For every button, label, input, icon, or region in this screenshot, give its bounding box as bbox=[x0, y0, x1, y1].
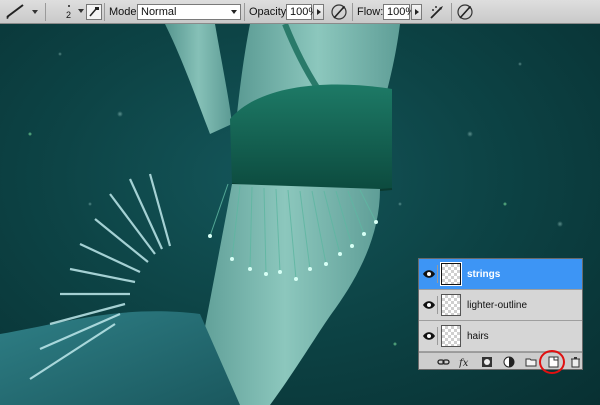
stylus-pressure-icon bbox=[457, 4, 473, 20]
mode-select[interactable]: Normal bbox=[137, 4, 241, 20]
tablet-pressure-opacity-button[interactable] bbox=[330, 3, 348, 21]
brush-tip-preview bbox=[68, 5, 70, 7]
opacity-label: Opacity: bbox=[249, 6, 290, 18]
separator bbox=[104, 3, 105, 21]
mode-label: Mode: bbox=[109, 6, 140, 18]
opacity-slider-button[interactable] bbox=[313, 4, 324, 20]
play-arrow-icon bbox=[317, 9, 321, 15]
layer-row-hairs[interactable]: hairs bbox=[419, 321, 582, 352]
fx-icon[interactable]: fx bbox=[458, 355, 471, 369]
separator bbox=[352, 3, 353, 21]
tool-preset-picker[interactable] bbox=[3, 2, 41, 21]
link-icon[interactable] bbox=[437, 355, 450, 367]
airbrush-icon bbox=[430, 6, 443, 19]
layer-thumbnail bbox=[441, 294, 461, 316]
chevron-down-icon bbox=[231, 10, 237, 14]
separator bbox=[244, 3, 245, 21]
layer-thumbnail bbox=[441, 325, 461, 347]
flow-input[interactable]: 100% bbox=[383, 4, 415, 20]
options-bar: 2 Mode: Normal Opacity: 100% Flow: 100% bbox=[0, 0, 600, 24]
stylus-pressure-icon bbox=[331, 4, 347, 20]
layer-mask-icon[interactable] bbox=[481, 355, 493, 367]
svg-text:fx: fx bbox=[459, 358, 469, 368]
flow-slider-button[interactable] bbox=[411, 4, 422, 20]
airbrush-button[interactable] bbox=[428, 3, 446, 21]
folder-icon[interactable] bbox=[525, 355, 537, 367]
mode-value: Normal bbox=[141, 6, 177, 18]
visibility-eye-icon[interactable] bbox=[421, 327, 438, 345]
layer-row-strings[interactable]: strings bbox=[419, 259, 582, 290]
separator bbox=[45, 3, 46, 21]
play-arrow-icon bbox=[415, 9, 419, 15]
opacity-input[interactable]: 100% bbox=[286, 4, 318, 20]
layer-name: lighter-outline bbox=[467, 300, 528, 311]
layer-row-lighter-outline[interactable]: lighter-outline bbox=[419, 290, 582, 321]
layer-thumbnail bbox=[440, 262, 462, 286]
brush-panel-toggle[interactable] bbox=[86, 4, 102, 20]
visibility-eye-icon[interactable] bbox=[421, 296, 438, 314]
tablet-pressure-size-button[interactable] bbox=[456, 3, 474, 21]
layer-name: hairs bbox=[467, 331, 489, 342]
brush-size-picker[interactable]: 2 bbox=[52, 3, 86, 21]
visibility-eye-icon[interactable] bbox=[421, 265, 438, 283]
trash-icon[interactable] bbox=[569, 355, 581, 368]
flow-label: Flow: bbox=[357, 6, 384, 18]
new-layer-highlight-circle bbox=[539, 350, 565, 374]
chevron-down-icon bbox=[78, 9, 84, 13]
brush-icon bbox=[6, 4, 38, 19]
brush-size-value: 2 bbox=[66, 10, 72, 20]
adjustment-layer-icon[interactable] bbox=[503, 355, 515, 368]
layer-name: strings bbox=[467, 269, 501, 280]
separator bbox=[451, 3, 452, 21]
brush-panel-icon bbox=[89, 7, 99, 17]
